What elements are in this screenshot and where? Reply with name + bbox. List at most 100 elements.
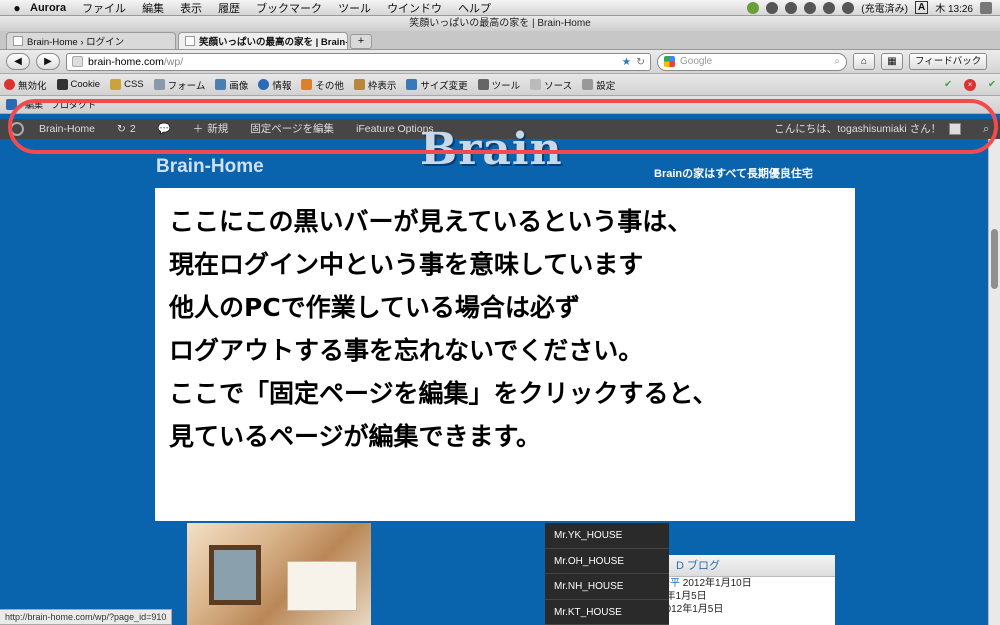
wordpress-logo-icon[interactable]: [10, 122, 24, 136]
settings-icon: [582, 79, 594, 90]
blog-post-item[interactable]: 康平 2012年1月10日: [660, 577, 835, 590]
back-button[interactable]: ◀: [6, 53, 30, 70]
admin-bar-greeting[interactable]: こんにちは、togashisumiaki さん！: [763, 119, 972, 139]
tab-label: 笑顔いっぱいの最高の家を | Brain-...: [199, 37, 348, 48]
blog-post-date: 2012年1月5日: [660, 604, 724, 615]
dev-tools[interactable]: ツール: [477, 78, 520, 92]
site-logo[interactable]: Brain: [420, 126, 563, 174]
addon-button[interactable]: ▦: [881, 53, 903, 70]
menu-app-name[interactable]: Aurora: [30, 2, 66, 14]
home-button[interactable]: ⌂: [853, 53, 875, 70]
volume-icon[interactable]: [842, 1, 855, 14]
dev-label: 無効化: [18, 80, 47, 92]
dev-source[interactable]: ソース: [530, 78, 572, 92]
menu-item-house[interactable]: Mr.OH_HOUSE: [545, 549, 669, 574]
house-dropdown-menu: Mr.YK_HOUSE Mr.OH_HOUSE Mr.NH_HOUSE Mr.K…: [545, 523, 669, 625]
url-bar[interactable]: brain-home.com /wp/ ★ ↻: [66, 52, 651, 71]
interior-photo[interactable]: [187, 523, 371, 625]
dev-cookie[interactable]: Cookie: [56, 79, 101, 90]
document-icon: [530, 79, 542, 90]
bookmark-edit[interactable]: 編集: [25, 98, 43, 111]
battery-status[interactable]: (充電済み): [861, 0, 908, 15]
notice-line: 他人のPCで作業している場合は必ず: [169, 293, 580, 322]
menu-item-house[interactable]: Mr.YK_HOUSE: [545, 523, 669, 549]
tab-home[interactable]: 笑顔いっぱいの最高の家を | Brain-... ×: [178, 32, 348, 49]
dev-label: その他: [315, 80, 344, 92]
admin-bar-updates[interactable]: ↻ 2: [106, 119, 147, 139]
tab-bar: Brain-Home › ログイン 笑顔いっぱいの最高の家を | Brain-.…: [0, 31, 1000, 50]
page-scrollbar[interactable]: [988, 139, 1000, 625]
blog-post-date: 2012年1月10日: [682, 578, 752, 589]
site-identity-icon[interactable]: [72, 56, 83, 67]
input-mode-indicator[interactable]: A: [914, 1, 929, 14]
dev-info[interactable]: 情報: [258, 78, 291, 92]
dev-settings[interactable]: 設定: [582, 78, 615, 92]
dev-images[interactable]: 画像: [215, 78, 248, 92]
apple-icon[interactable]: ●: [8, 1, 26, 15]
status-bar-url: http://brain-home.com/wp/?page_id=910: [0, 609, 173, 625]
scrollbar-thumb[interactable]: [991, 229, 998, 289]
developer-toolbar: 無効化 Cookie CSS フォーム 画像 情報 その他 枠表示 サイズ変更 …: [0, 74, 1000, 96]
menu-tools[interactable]: ツール: [338, 0, 371, 16]
admin-bar-new[interactable]: ＋ 新規: [182, 119, 240, 139]
menu-item-house[interactable]: Mr.KT_HOUSE: [545, 600, 669, 625]
url-host: brain-home.com: [88, 55, 164, 68]
search-icon: ⌕: [983, 123, 989, 135]
bookmark-product[interactable]: プロダクト: [51, 98, 96, 111]
sync-icon[interactable]: [785, 1, 798, 14]
menu-item-house[interactable]: Mr.NH_HOUSE: [545, 574, 669, 600]
search-field[interactable]: Google ⌕: [657, 52, 847, 71]
image-icon: [215, 79, 227, 90]
tab-login[interactable]: Brain-Home › ログイン: [6, 32, 176, 49]
admin-bar-comments[interactable]: 💬: [147, 119, 182, 139]
info-icon: [258, 79, 270, 90]
menu-help[interactable]: ヘルプ: [458, 0, 491, 16]
dev-outline[interactable]: 枠表示: [353, 78, 396, 92]
dev-resize[interactable]: サイズ変更: [406, 78, 468, 92]
bookmark-icon[interactable]: [6, 99, 17, 110]
forward-button[interactable]: ▶: [36, 53, 60, 70]
pencil-icon: [110, 79, 122, 90]
time-machine-icon[interactable]: [766, 1, 779, 14]
spotlight-icon[interactable]: [980, 1, 992, 14]
dev-label: サイズ変更: [420, 80, 468, 92]
comment-icon: 💬: [157, 123, 171, 135]
menu-view[interactable]: 表示: [180, 0, 202, 16]
check-icon[interactable]: ✔: [988, 79, 996, 91]
check-icon[interactable]: ✔: [944, 79, 952, 91]
dev-css[interactable]: CSS: [110, 79, 144, 90]
dev-label: Cookie: [70, 79, 101, 90]
reload-icon[interactable]: ↻: [636, 56, 645, 68]
menu-history[interactable]: 履歴: [218, 0, 240, 16]
clock[interactable]: 木 13:26: [935, 0, 973, 15]
menu-edit[interactable]: 編集: [142, 0, 164, 16]
blog-post-item[interactable]: 2年1月5日: [660, 590, 835, 603]
admin-bar-account: こんにちは、togashisumiaki さん！ ⌕: [763, 119, 1000, 139]
notice-line: 見ているページが編集できます。: [169, 422, 542, 451]
error-icon[interactable]: ×: [964, 78, 977, 91]
dev-disable[interactable]: 無効化: [4, 78, 47, 92]
site-title[interactable]: Brain-Home: [156, 156, 264, 178]
status-app-icon[interactable]: [747, 1, 760, 14]
admin-bar-site[interactable]: Brain-Home: [28, 119, 106, 139]
wifi-icon[interactable]: [804, 1, 817, 14]
tab-label: Brain-Home › ログイン: [27, 37, 125, 48]
bookmark-star-icon[interactable]: ★: [622, 56, 631, 68]
dev-forms[interactable]: フォーム: [153, 78, 205, 92]
dev-misc[interactable]: その他: [301, 78, 344, 92]
menu-file[interactable]: ファイル: [82, 0, 126, 16]
google-icon[interactable]: [664, 56, 675, 67]
photo-shelf: [287, 561, 357, 611]
menu-window[interactable]: ウインドウ: [387, 0, 442, 16]
admin-bar-edit-page[interactable]: 固定ページを編集: [239, 119, 345, 139]
resize-icon: [406, 79, 418, 90]
admin-bar-search[interactable]: ⌕: [972, 119, 1000, 139]
feedback-button[interactable]: フィードバック: [909, 53, 988, 70]
wrench-icon: [477, 79, 489, 90]
blog-post-item[interactable]: 2012年1月5日: [660, 603, 835, 616]
search-icon[interactable]: ⌕: [834, 56, 840, 67]
menu-bookmarks[interactable]: ブックマーク: [256, 0, 322, 16]
bluetooth-icon[interactable]: [823, 1, 836, 14]
validation-status: ✔ × ✔: [944, 78, 996, 91]
new-tab-button[interactable]: +: [350, 34, 372, 49]
